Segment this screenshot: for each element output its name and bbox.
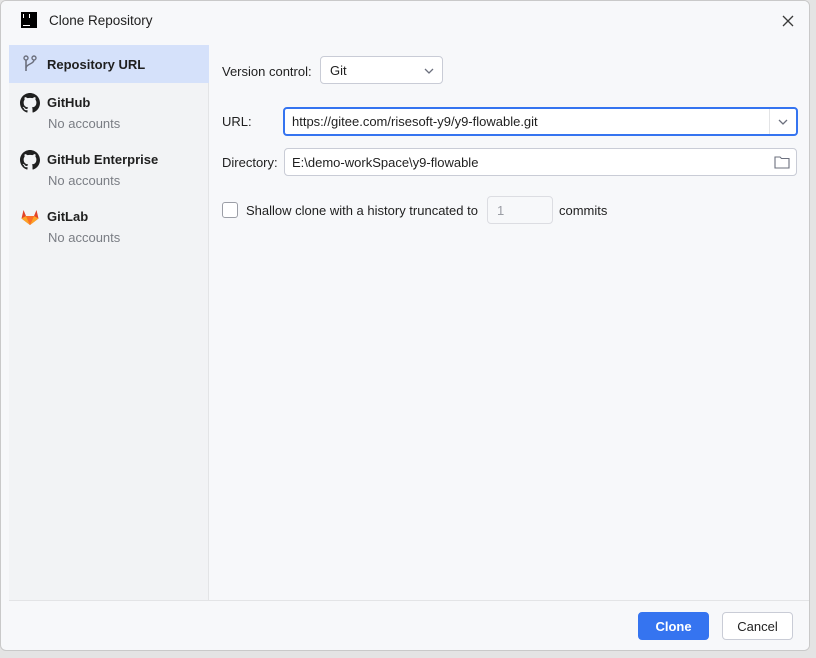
sidebar-item-label: GitHub Enterprise <box>47 152 159 167</box>
vcs-branch-icon <box>20 54 40 74</box>
directory-label: Directory: <box>222 155 278 170</box>
url-field[interactable] <box>283 107 798 136</box>
sidebar-item-github[interactable]: GitHub No accounts <box>9 89 209 139</box>
url-label: URL: <box>222 114 252 129</box>
chevron-down-icon <box>424 68 434 74</box>
sidebar-item-label: GitHub <box>47 95 91 110</box>
version-control-label: Version control: <box>222 64 312 79</box>
sidebar-item-subtitle: No accounts <box>48 173 121 188</box>
app-icon <box>21 12 37 28</box>
sidebar-item-gitlab[interactable]: GitLab No accounts <box>9 203 209 253</box>
gitlab-icon <box>20 207 40 227</box>
clone-button[interactable]: Clone <box>638 612 709 640</box>
title-bar: Clone Repository <box>1 1 809 41</box>
sidebar-item-subtitle: No accounts <box>48 116 121 131</box>
sidebar-item-label: Repository URL <box>47 57 146 72</box>
folder-icon[interactable] <box>774 155 790 169</box>
cancel-button[interactable]: Cancel <box>722 612 793 640</box>
directory-input[interactable] <box>292 149 762 175</box>
close-icon[interactable] <box>777 10 799 32</box>
clone-repository-dialog: Clone Repository Repository URL GitHub N… <box>0 0 810 651</box>
commits-label: commits <box>559 203 608 218</box>
version-control-value: Git <box>330 63 347 78</box>
sidebar-item-subtitle: No accounts <box>48 230 121 245</box>
divider <box>769 109 770 134</box>
github-icon <box>20 93 40 113</box>
shallow-clone-checkbox[interactable] <box>222 202 238 218</box>
version-control-select[interactable]: Git <box>320 56 443 84</box>
sidebar-item-label: GitLab <box>47 209 89 224</box>
shallow-depth-input[interactable]: 1 <box>487 196 553 224</box>
content-panel: Version control: Git URL: Directory: Sha… <box>210 45 809 600</box>
github-icon <box>20 150 40 170</box>
chevron-down-icon[interactable] <box>778 117 788 127</box>
footer: Clone Cancel <box>9 600 809 650</box>
directory-field[interactable] <box>284 148 797 176</box>
dialog-title: Clone Repository <box>49 13 153 28</box>
sidebar-item-repository-url[interactable]: Repository URL <box>9 45 209 83</box>
shallow-clone-label: Shallow clone with a history truncated t… <box>246 203 478 218</box>
sidebar-item-github-enterprise[interactable]: GitHub Enterprise No accounts <box>9 146 209 196</box>
url-input[interactable] <box>292 109 762 134</box>
sidebar: Repository URL GitHub No accounts GitHub… <box>9 45 209 600</box>
